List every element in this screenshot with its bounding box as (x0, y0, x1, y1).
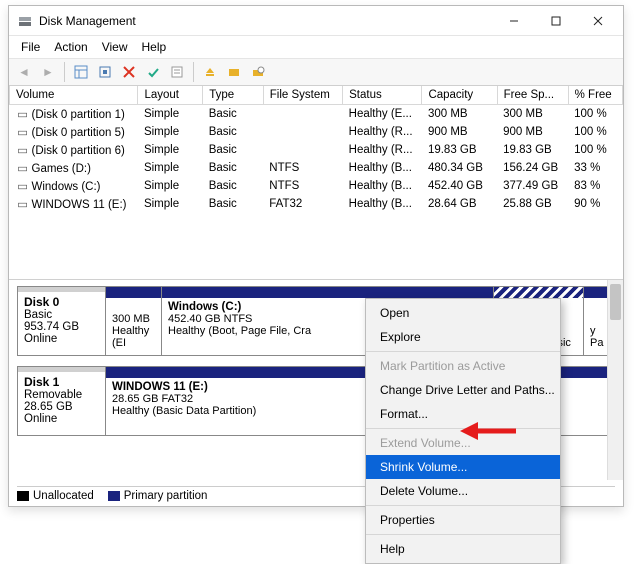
drive-icon: ▭ (16, 179, 30, 193)
disk0-type: Basic (24, 309, 52, 321)
p2-status: Healthy (Boot, Page File, Cra (168, 325, 311, 337)
col-fs[interactable]: File System (263, 86, 342, 105)
mount-icon[interactable] (247, 61, 269, 83)
col-layout[interactable]: Layout (138, 86, 203, 105)
ctx-mark-active: Mark Partition as Active (366, 354, 560, 378)
ctx-change-drive-letter[interactable]: Change Drive Letter and Paths... (366, 378, 560, 402)
disk0-status: Online (24, 333, 57, 345)
drive-icon: ▭ (16, 161, 30, 175)
disk-header-disk0[interactable]: Disk 0 Basic 953.74 GB Online (18, 287, 106, 355)
legend-primary: Primary partition (108, 490, 208, 502)
p1-size: 300 MB (112, 313, 150, 325)
drive-icon: ▭ (16, 107, 30, 121)
disk1-status: Online (24, 413, 57, 425)
maximize-button[interactable] (535, 7, 577, 35)
minimize-button[interactable] (493, 7, 535, 35)
table-row[interactable]: ▭(Disk 0 partition 5)SimpleBasicHealthy … (10, 123, 623, 141)
delete-icon[interactable] (118, 61, 140, 83)
table-row[interactable]: ▭(Disk 0 partition 1)SimpleBasicHealthy … (10, 105, 623, 124)
partition-disk0-p1[interactable]: 300 MB Healthy (EI (106, 287, 162, 355)
table-row[interactable]: ▭WINDOWS 11 (E:)SimpleBasicFAT32Healthy … (10, 195, 623, 213)
ctx-help[interactable]: Help (366, 537, 560, 561)
col-capacity[interactable]: Capacity (422, 86, 497, 105)
refresh-icon[interactable] (94, 61, 116, 83)
app-icon (17, 13, 33, 29)
disk0-size: 953.74 GB (24, 321, 79, 333)
menu-view[interactable]: View (96, 38, 134, 56)
back-icon[interactable]: ◄ (13, 61, 35, 83)
col-status[interactable]: Status (343, 86, 422, 105)
d1p1-status: Healthy (Basic Data Partition) (112, 405, 256, 417)
disk1-name: Disk 1 (24, 375, 59, 389)
close-button[interactable] (577, 7, 619, 35)
drive-icon: ▭ (16, 197, 30, 211)
context-menu: Open Explore Mark Partition as Active Ch… (365, 298, 561, 564)
ctx-extend-volume: Extend Volume... (366, 431, 560, 455)
menu-file[interactable]: File (15, 38, 46, 56)
menu-help[interactable]: Help (136, 38, 173, 56)
d1p1-name: WINDOWS 11 (E:) (112, 381, 208, 393)
drive-icon: ▭ (16, 143, 30, 157)
table-row[interactable]: ▭Windows (C:)SimpleBasicNTFSHealthy (B..… (10, 177, 623, 195)
disk-header-disk1[interactable]: Disk 1 Removable 28.65 GB Online (18, 367, 106, 435)
p2-name: Windows (C:) (168, 301, 241, 313)
table-row[interactable]: ▭Games (D:)SimpleBasicNTFSHealthy (B...4… (10, 159, 623, 177)
separator-icon (64, 62, 65, 82)
menubar: File Action View Help (9, 36, 623, 58)
scrollbar-thumb[interactable] (610, 284, 621, 320)
separator-icon (193, 62, 194, 82)
col-volume[interactable]: Volume (10, 86, 138, 105)
ctx-properties[interactable]: Properties (366, 508, 560, 532)
col-free[interactable]: Free Sp... (497, 86, 568, 105)
window-title: Disk Management (39, 14, 493, 28)
disk1-type: Removable (24, 389, 82, 401)
menu-action[interactable]: Action (48, 38, 93, 56)
disk1-size: 28.65 GB (24, 401, 73, 413)
toolbar: ◄ ► (9, 58, 623, 86)
properties-icon[interactable] (166, 61, 188, 83)
layout-icon[interactable] (70, 61, 92, 83)
d1p1-size: 28.65 GB FAT32 (112, 393, 193, 405)
ctx-format[interactable]: Format... (366, 402, 560, 426)
forward-icon[interactable]: ► (37, 61, 59, 83)
p4-status: y Pa (590, 325, 603, 349)
drive-icon: ▭ (16, 125, 30, 139)
volume-list: Volume Layout Type File System Status Ca… (9, 86, 623, 280)
legend-unallocated: Unallocated (17, 490, 94, 502)
p1-status: Healthy (EI (112, 325, 149, 349)
titlebar: Disk Management (9, 6, 623, 36)
volume-table: Volume Layout Type File System Status Ca… (9, 86, 623, 213)
eject-icon[interactable] (199, 61, 221, 83)
col-type[interactable]: Type (203, 86, 264, 105)
ctx-delete-volume[interactable]: Delete Volume... (366, 479, 560, 503)
table-header-row: Volume Layout Type File System Status Ca… (10, 86, 623, 105)
p2-size: 452.40 GB NTFS (168, 313, 252, 325)
table-row[interactable]: ▭(Disk 0 partition 6)SimpleBasicHealthy … (10, 141, 623, 159)
col-pct[interactable]: % Free (568, 86, 622, 105)
ctx-open[interactable]: Open (366, 301, 560, 325)
ctx-shrink-volume[interactable]: Shrink Volume... (366, 455, 560, 479)
check-icon[interactable] (142, 61, 164, 83)
volume-icon[interactable] (223, 61, 245, 83)
vertical-scrollbar[interactable] (607, 280, 623, 480)
ctx-explore[interactable]: Explore (366, 325, 560, 349)
disk0-name: Disk 0 (24, 295, 59, 309)
